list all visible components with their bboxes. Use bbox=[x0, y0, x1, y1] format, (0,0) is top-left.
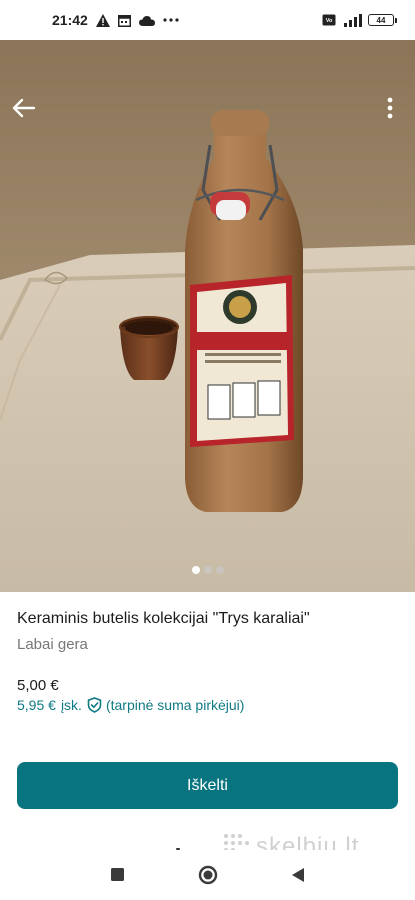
listing-price: 5,00 € bbox=[17, 677, 59, 694]
status-right: Vo 44 bbox=[322, 13, 397, 27]
shield-check-icon bbox=[87, 697, 102, 713]
listing-title: Keraminis butelis kolekcijai "Trys karal… bbox=[17, 610, 310, 627]
home-circle-icon bbox=[198, 865, 217, 885]
product-image bbox=[0, 40, 415, 592]
volte-icon: Vo bbox=[322, 14, 336, 26]
buyer-total-suffix: įsk. bbox=[60, 697, 82, 713]
recents-button[interactable] bbox=[106, 863, 130, 887]
gallery-dot[interactable] bbox=[203, 566, 212, 574]
status-left: 21:42 bbox=[52, 12, 179, 28]
iskelti-button[interactable]: Iškelti bbox=[17, 762, 398, 809]
more-options-icon[interactable] bbox=[378, 94, 402, 122]
buyer-total: 5,95 € bbox=[17, 697, 56, 713]
home-button[interactable] bbox=[196, 863, 220, 887]
cloud-icon bbox=[138, 15, 155, 26]
listing-condition: Labai gera bbox=[17, 636, 88, 653]
system-nav-bar bbox=[0, 850, 415, 900]
recents-square-icon bbox=[110, 868, 124, 881]
more-dots-icon bbox=[163, 18, 179, 22]
back-button[interactable] bbox=[286, 863, 310, 887]
signal-icon bbox=[342, 13, 362, 27]
status-time: 21:42 bbox=[52, 12, 88, 28]
calendar-icon bbox=[117, 14, 131, 27]
gallery-dot[interactable] bbox=[215, 566, 224, 574]
back-triangle-icon bbox=[291, 868, 304, 882]
product-photo[interactable] bbox=[0, 40, 415, 592]
gallery-indicator bbox=[0, 566, 415, 574]
battery-icon: 44 bbox=[368, 14, 397, 26]
listing-details: Keraminis butelis kolekcijai "Trys karal… bbox=[0, 592, 415, 850]
back-arrow-icon[interactable] bbox=[10, 96, 38, 120]
svg-text:Vo: Vo bbox=[326, 18, 333, 24]
warning-icon bbox=[95, 13, 110, 27]
battery-level: 44 bbox=[368, 14, 394, 26]
buyer-note: (tarpinė suma pirkėjui) bbox=[105, 697, 245, 713]
status-bar: 21:42 Vo 44 bbox=[0, 0, 415, 40]
buyer-protection-info[interactable]: 5,95 € įsk. (tarpinė suma pirkėjui) bbox=[17, 697, 244, 713]
gallery-dot-active[interactable] bbox=[191, 566, 200, 574]
